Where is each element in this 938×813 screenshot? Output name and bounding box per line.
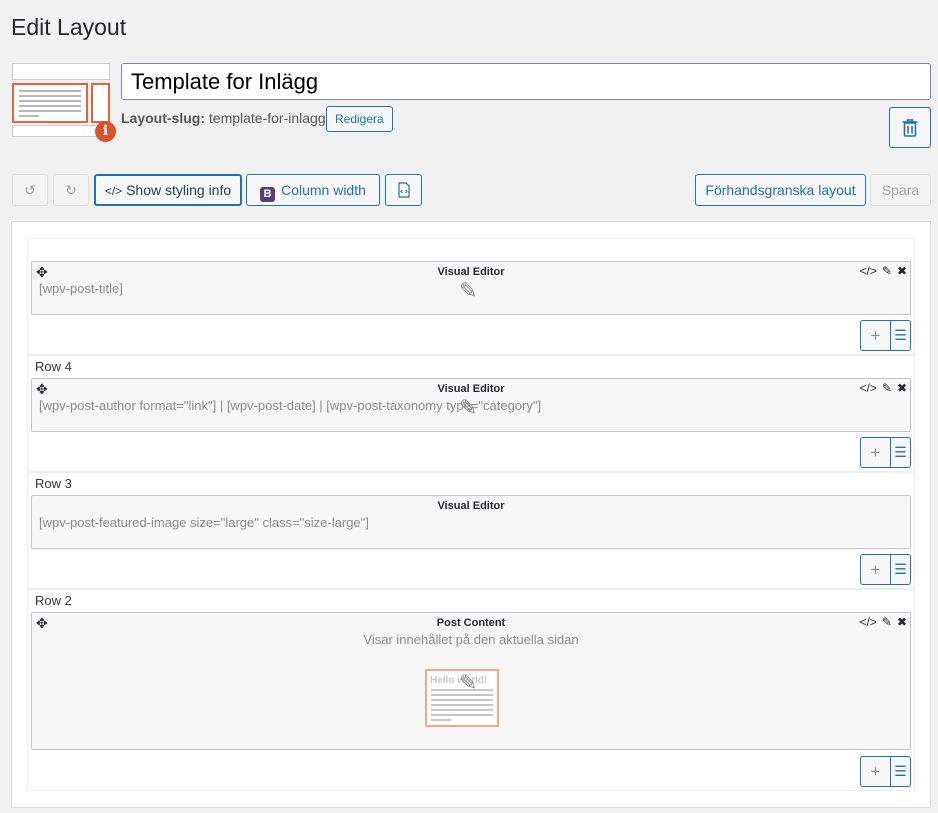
- pencil-icon[interactable]: ✎: [459, 278, 477, 304]
- row-controls: + ☰: [860, 756, 911, 787]
- cell-type-label: Visual Editor: [437, 266, 505, 278]
- cell-content: [wpv-post-title]: [39, 281, 123, 296]
- trash-icon: [902, 119, 918, 137]
- edit-icon[interactable]: ✎: [882, 381, 892, 395]
- preview-layout-button[interactable]: Förhandsgranska layout: [695, 174, 866, 206]
- undo-button[interactable]: ↺: [12, 174, 48, 206]
- row-menu-button[interactable]: ☰: [891, 320, 911, 351]
- row-menu-button[interactable]: ☰: [891, 756, 911, 787]
- page-title: Edit Layout: [11, 14, 127, 40]
- code-icon[interactable]: </>: [860, 381, 877, 395]
- row-menu-button[interactable]: ☰: [891, 437, 911, 468]
- visual-editor-cell[interactable]: Visual Editor [wpv-post-featured-image s…: [31, 495, 911, 549]
- redo-icon: ↻: [65, 182, 77, 198]
- cell-type-label: Visual Editor: [437, 500, 505, 512]
- close-icon[interactable]: ✖: [897, 615, 907, 629]
- pencil-icon[interactable]: ✎: [459, 395, 477, 421]
- cell-description: Visar innehållet på den aktuella sidan: [363, 632, 579, 647]
- add-row-button[interactable]: +: [860, 320, 891, 351]
- styling-label: Show styling info: [126, 182, 232, 198]
- row-controls: + ☰: [860, 437, 911, 468]
- delete-layout-button[interactable]: [889, 107, 931, 148]
- bootstrap-icon: B: [260, 187, 276, 202]
- thumbnail-sidebar-block: [91, 83, 110, 123]
- edit-icon[interactable]: ✎: [882, 615, 892, 629]
- close-icon[interactable]: ✖: [897, 264, 907, 278]
- add-row-button[interactable]: +: [860, 554, 891, 585]
- post-content-cell[interactable]: ✥ Post Content Visar innehållet på den a…: [31, 612, 911, 750]
- cell-type-label: Post Content: [436, 617, 506, 629]
- edit-icon[interactable]: ✎: [882, 264, 892, 278]
- layout-thumbnail[interactable]: i: [12, 63, 116, 142]
- add-row-button[interactable]: +: [860, 756, 891, 787]
- thumbnail-header-block: [12, 63, 110, 80]
- cell-content: [wpv-post-featured-image size="large" cl…: [39, 515, 369, 530]
- add-row-button[interactable]: +: [860, 437, 891, 468]
- row-controls: + ☰: [860, 554, 911, 585]
- save-button[interactable]: Spara: [870, 174, 931, 206]
- row-menu-button[interactable]: ☰: [891, 554, 911, 585]
- row-label: Row 3: [35, 476, 72, 491]
- thumbnail-content-block: [12, 83, 88, 123]
- layout-title-input[interactable]: [121, 63, 931, 100]
- column-width-button[interactable]: B Column width: [246, 174, 380, 206]
- show-styling-info-button[interactable]: </> Show styling info: [94, 174, 242, 206]
- visual-editor-cell[interactable]: ✥ Visual Editor [wpv-post-title] ✎ </> ✎ ✖: [31, 261, 911, 315]
- slug-label: Layout-slug:: [121, 110, 205, 126]
- cell-type-label: Visual Editor: [437, 383, 505, 395]
- undo-icon: ↺: [24, 182, 36, 198]
- layout-slug: Layout-slug: template-for-inlagg: [121, 110, 326, 126]
- row-controls: + ☰: [860, 320, 911, 351]
- code-icon[interactable]: </>: [860, 264, 877, 278]
- row-label: Row 2: [35, 593, 72, 608]
- code-icon: </>: [104, 184, 123, 198]
- redo-button[interactable]: ↻: [53, 174, 89, 206]
- edit-slug-button[interactable]: Redigera: [326, 106, 393, 132]
- info-icon[interactable]: i: [95, 121, 116, 142]
- slug-value: template-for-inlagg: [208, 110, 326, 126]
- column-width-label: Column width: [281, 182, 366, 198]
- close-icon[interactable]: ✖: [897, 381, 907, 395]
- visual-editor-cell[interactable]: ✥ Visual Editor [wpv-post-author format=…: [31, 378, 911, 432]
- code-icon[interactable]: </>: [860, 615, 877, 629]
- css-file-icon: [397, 182, 410, 198]
- css-file-button[interactable]: [385, 174, 422, 206]
- pencil-icon[interactable]: ✎: [459, 670, 477, 696]
- row-label: Row 4: [35, 359, 72, 374]
